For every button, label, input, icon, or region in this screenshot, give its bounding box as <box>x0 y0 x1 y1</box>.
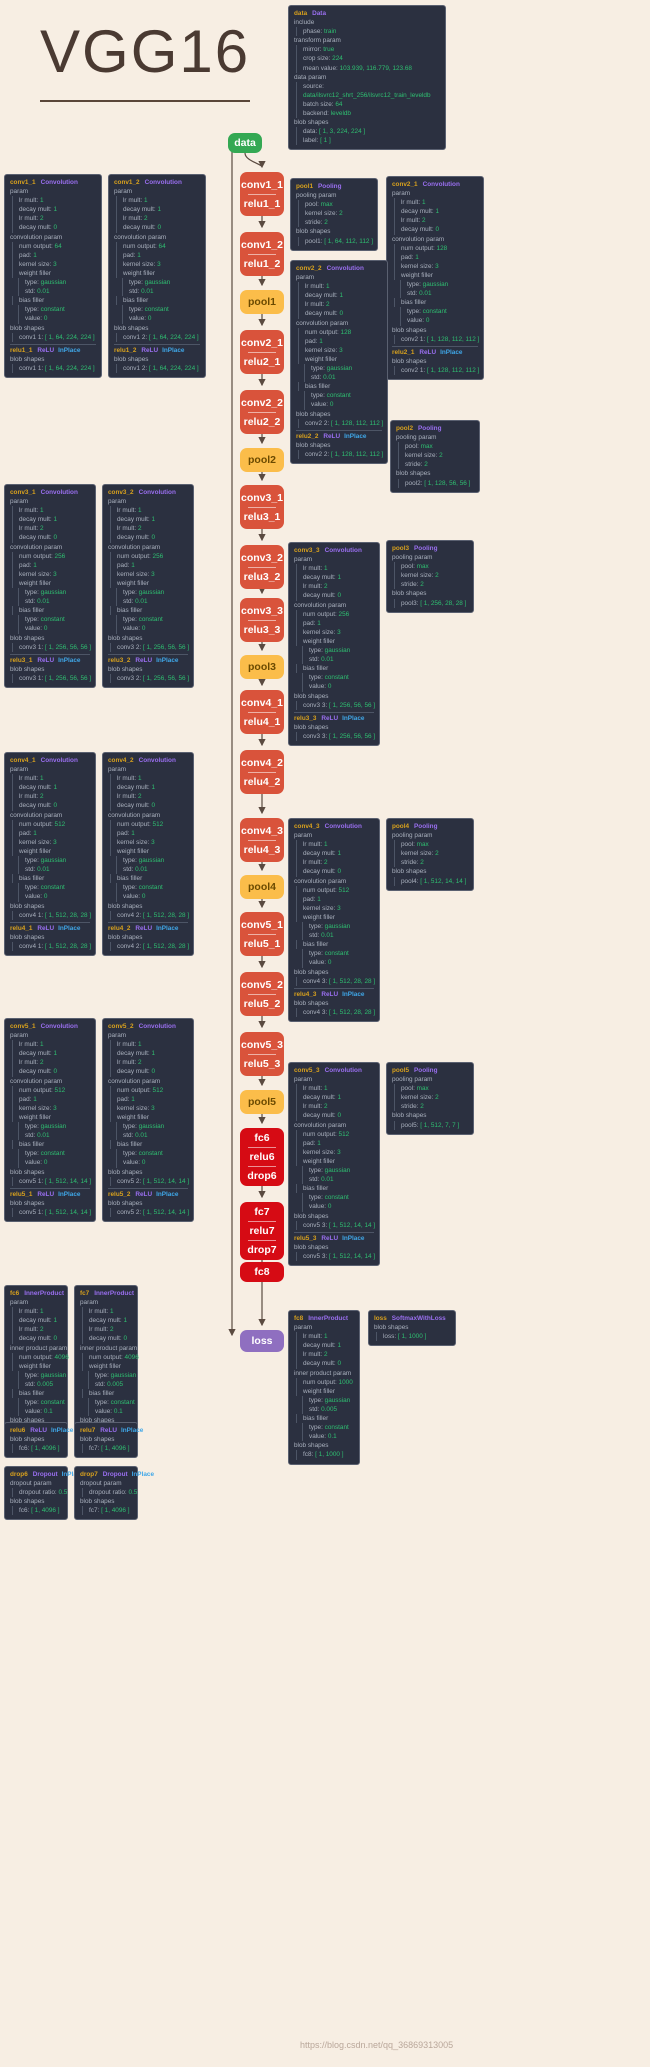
flow-node-conv5_1[interactable]: conv5_1 relu5_1 <box>240 912 284 956</box>
flow-node-conv3_1[interactable]: conv3_1 relu3_1 <box>240 485 284 529</box>
detail-card-fc6-relu: relu6 ReLU InPlace blob shapes fc6: [ 1, 409… <box>4 1422 73 1459</box>
flow-node-label-conv5_2: conv5_2 <box>240 978 284 991</box>
flow-node-label-pool2: pool2 <box>248 454 276 466</box>
detail-card-conv4_3: conv4_3 Convolution param lr mult: 1 decay m… <box>288 818 380 1022</box>
flow-node-label-relu5_1: relu5_1 <box>243 937 281 950</box>
flow-node-pool3[interactable]: pool3 <box>240 655 284 679</box>
flow-node-conv4_3[interactable]: conv4_3 relu4_3 <box>240 818 284 862</box>
watermark: https://blog.csdn.net/qq_36869313005 <box>300 2040 454 2050</box>
flow-node-conv5_2[interactable]: conv5_2 relu5_2 <box>240 972 284 1016</box>
detail-card-pool2: pool2 Pooling pooling param pool: max kernel… <box>390 420 480 493</box>
flow-node-data[interactable]: data <box>228 133 262 153</box>
detail-card-fc6-drop: drop6 Dropout InPlace dropout param dropout … <box>4 1466 84 1521</box>
title-block: VGG16 <box>40 22 290 102</box>
flow-node-conv4_2[interactable]: conv4_2 relu4_2 <box>240 750 284 794</box>
flow-node-label-relu4_3: relu4_3 <box>243 843 281 856</box>
flow-node-label-conv2_1: conv2_1 <box>240 336 284 349</box>
detail-card-pool3: pool3 Pooling pooling param pool: max kernel… <box>386 540 474 613</box>
flow-node-conv2_1[interactable]: conv2_1 relu2_1 <box>240 330 284 374</box>
flow-node-pool5[interactable]: pool5 <box>240 1090 284 1114</box>
detail-card-fc8: fc8 InnerProduct param lr mult: 1 decay mult… <box>288 1310 360 1465</box>
flow-node-label-relu5_2: relu5_2 <box>243 997 281 1010</box>
flow-node-label-relu5_3: relu5_3 <box>243 1057 281 1070</box>
flow-node-label-conv2_2: conv2_2 <box>240 396 284 409</box>
flow-node-label-conv4_1: conv4_1 <box>240 696 284 709</box>
flow-node-pool2[interactable]: pool2 <box>240 448 284 472</box>
flow-node-conv1_1[interactable]: conv1_1 relu1_1 <box>240 172 284 216</box>
title-divider <box>40 100 250 102</box>
flow-node-pool1[interactable]: pool1 <box>240 290 284 314</box>
flow-node-conv3_2[interactable]: conv3_2 relu3_2 <box>240 545 284 589</box>
flow-node-label-relu7: relu7 <box>249 1225 275 1237</box>
detail-card-loss: loss SoftmaxWithLoss blob shapes loss: [ 1,… <box>368 1310 456 1347</box>
flow-node-label-relu4_1: relu4_1 <box>243 715 281 728</box>
flow-node-label-relu4_2: relu4_2 <box>243 775 281 788</box>
flow-node-label-conv3_1: conv3_1 <box>240 491 284 504</box>
flow-node-label-pool5: pool5 <box>248 1096 276 1108</box>
detail-card-conv1_1: conv1_1 Convolution param lr mult: 1 decay m… <box>4 174 102 378</box>
detail-card-conv4_2: conv4_2 Convolution param lr mult: 1 decay m… <box>102 752 194 956</box>
detail-card-conv5_3: conv5_3 Convolution param lr mult: 1 decay m… <box>288 1062 380 1266</box>
detail-card-pool5: pool5 Pooling pooling param pool: max kernel… <box>386 1062 474 1135</box>
flow-node-label-fc7: fc7 <box>254 1206 270 1218</box>
detail-card-conv3_2: conv3_2 Convolution param lr mult: 1 decay m… <box>102 484 194 688</box>
flow-node-label-conv1_1: conv1_1 <box>240 178 284 191</box>
detail-card-conv1_2: conv1_2 Convolution param lr mult: 1 decay m… <box>108 174 206 378</box>
flow-node-label-relu3_3: relu3_3 <box>243 623 281 636</box>
flow-node-label-conv1_2: conv1_2 <box>240 238 284 251</box>
detail-card-conv2_2: conv2_2 Convolution param lr mult: 1 decay m… <box>290 260 388 464</box>
detail-card-conv5_1: conv5_1 Convolution param lr mult: 1 decay m… <box>4 1018 96 1222</box>
flow-node-label-data: data <box>234 137 256 149</box>
detail-card-fc7-relu: relu7 ReLU InPlace blob shapes fc7: [ 1, 409… <box>74 1422 143 1459</box>
flow-node-label-pool3: pool3 <box>248 661 276 673</box>
detail-card-conv4_1: conv4_1 Convolution param lr mult: 1 decay m… <box>4 752 96 956</box>
flow-node-label-drop6: drop6 <box>247 1170 277 1182</box>
flow-node-label-fc6: fc6 <box>254 1132 270 1144</box>
flow-node-label-relu2_2: relu2_2 <box>243 415 281 428</box>
flow-node-fc7[interactable]: fc7 relu7 drop7 <box>240 1202 284 1260</box>
detail-card-fc7: fc7 InnerProduct param lr mult: 1 decay mult… <box>74 1285 139 1440</box>
flow-node-conv3_3[interactable]: conv3_3 relu3_3 <box>240 598 284 642</box>
flow-node-label-fc8: fc8 <box>254 1266 270 1278</box>
detail-card-pool1: pool1 Pooling pooling param pool: max kernel… <box>290 178 378 251</box>
detail-card-fc6: fc6 InnerProduct param lr mult: 1 decay mult… <box>4 1285 69 1440</box>
flow-node-label-pool4: pool4 <box>248 881 276 893</box>
flow-node-label-conv4_2: conv4_2 <box>240 756 284 769</box>
flow-node-label-relu3_1: relu3_1 <box>243 510 281 523</box>
flow-node-conv2_2[interactable]: conv2_2 relu2_2 <box>240 390 284 434</box>
flow-node-label-relu2_1: relu2_1 <box>243 355 281 368</box>
flow-node-conv1_2[interactable]: conv1_2 relu1_2 <box>240 232 284 276</box>
flow-node-fc8[interactable]: fc8 <box>240 1262 284 1282</box>
flow-node-loss[interactable]: loss <box>240 1330 284 1352</box>
detail-card-conv5_2: conv5_2 Convolution param lr mult: 1 decay m… <box>102 1018 194 1222</box>
flow-node-conv4_1[interactable]: conv4_1 relu4_1 <box>240 690 284 734</box>
flow-node-fc6[interactable]: fc6 relu6 drop6 <box>240 1128 284 1186</box>
flow-node-label-relu1_2: relu1_2 <box>243 257 281 270</box>
flow-node-label-relu1_1: relu1_1 <box>243 197 281 210</box>
detail-card-conv3_1: conv3_1 Convolution param lr mult: 1 decay m… <box>4 484 96 688</box>
flow-node-label-relu6: relu6 <box>249 1151 275 1163</box>
flow-node-label-conv5_3: conv5_3 <box>240 1038 284 1051</box>
flow-node-label-conv5_1: conv5_1 <box>240 918 284 931</box>
detail-card-data: data Data include phase: train transform par… <box>288 5 446 151</box>
flow-node-pool4[interactable]: pool4 <box>240 875 284 899</box>
flow-node-label-conv3_3: conv3_3 <box>240 604 284 617</box>
page-title: VGG16 <box>40 18 251 85</box>
flow-node-label-conv3_2: conv3_2 <box>240 551 284 564</box>
detail-card-pool4: pool4 Pooling pooling param pool: max kernel… <box>386 818 474 891</box>
detail-card-conv2_1: conv2_1 Convolution param lr mult: 1 decay m… <box>386 176 484 380</box>
detail-card-conv3_3: conv3_3 Convolution param lr mult: 1 decay m… <box>288 542 380 746</box>
flow-node-conv5_3[interactable]: conv5_3 relu5_3 <box>240 1032 284 1076</box>
flow-node-label-loss: loss <box>251 1335 273 1347</box>
flow-node-label-drop7: drop7 <box>247 1244 277 1256</box>
flow-node-label-relu3_2: relu3_2 <box>243 570 281 583</box>
detail-card-fc7-drop: drop7 Dropout InPlace dropout param dropout … <box>74 1466 154 1521</box>
flow-node-label-conv4_3: conv4_3 <box>240 824 284 837</box>
flow-node-label-pool1: pool1 <box>248 296 276 308</box>
